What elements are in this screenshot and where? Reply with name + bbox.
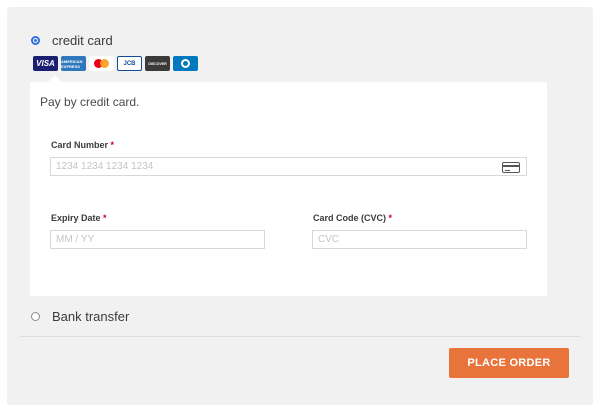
card-code-input[interactable] — [318, 234, 526, 245]
discover-icon: DISCOVER — [145, 56, 170, 71]
payment-description: Pay by credit card. — [40, 95, 140, 109]
expiry-date-field[interactable] — [50, 230, 265, 249]
divider — [20, 336, 580, 337]
place-order-button[interactable]: PLACE ORDER — [449, 348, 569, 378]
credit-card-radio[interactable] — [31, 36, 40, 45]
credit-card-form: Pay by credit card. Card Number * Expiry… — [30, 82, 547, 296]
mastercard-icon — [89, 56, 114, 71]
accepted-cards: VISA AMERICAN EXPRESS JCB DISCOVER — [33, 56, 198, 71]
amex-icon: AMERICAN EXPRESS — [61, 56, 86, 71]
bank-transfer-label[interactable]: Bank transfer — [52, 309, 129, 324]
card-number-label: Card Number * — [51, 140, 115, 150]
visa-icon: VISA — [33, 56, 58, 71]
box-pointer — [48, 75, 62, 82]
credit-card-label[interactable]: credit card — [52, 33, 113, 48]
credit-card-icon — [502, 162, 520, 173]
bank-transfer-radio[interactable] — [31, 312, 40, 321]
expiry-date-label: Expiry Date * — [51, 213, 107, 223]
card-number-input[interactable] — [56, 161, 526, 172]
card-number-field[interactable] — [50, 157, 527, 176]
card-code-field[interactable] — [312, 230, 527, 249]
jcb-icon: JCB — [117, 56, 142, 71]
diners-icon — [173, 56, 198, 71]
card-code-label: Card Code (CVC) * — [313, 213, 393, 223]
expiry-date-input[interactable] — [56, 234, 264, 245]
